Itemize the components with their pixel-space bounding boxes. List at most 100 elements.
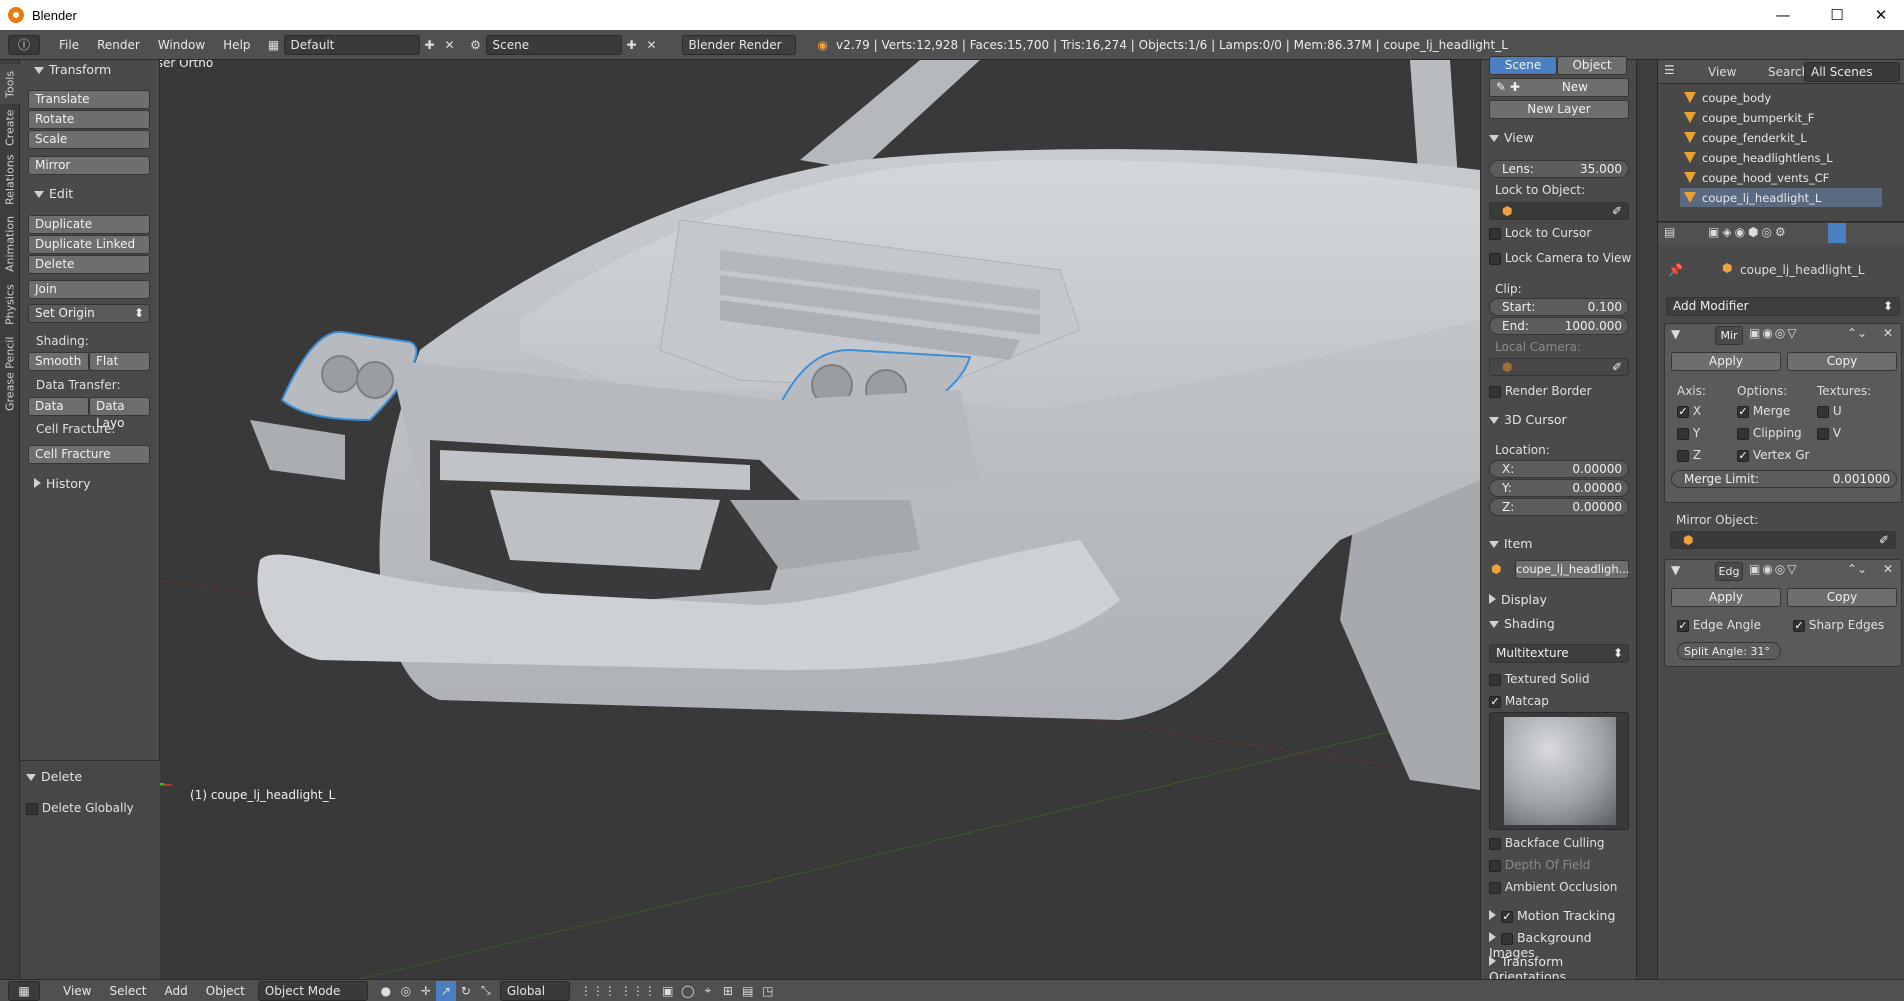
outliner-item-hood-vents[interactable]: coupe_hood_vents_CF <box>1680 168 1829 187</box>
snap-icon[interactable]: ⌖ <box>698 981 718 1001</box>
edge-angle-checkbox[interactable]: Edge Angle <box>1677 618 1761 632</box>
item-panel-header[interactable]: Item <box>1489 536 1532 551</box>
outliner-item-headlight-selected[interactable]: coupe_lj_headlight_L <box>1680 188 1882 207</box>
mirror-button[interactable]: Mirror <box>28 156 150 175</box>
motion-tracking-header[interactable]: Motion Tracking <box>1489 908 1615 923</box>
outliner-item-fenderkit[interactable]: coupe_fenderkit_L <box>1680 128 1807 147</box>
mirror-name-field[interactable]: Mir <box>1715 326 1743 345</box>
edge-visibility-icons[interactable]: ▣◉◎▽ <box>1749 562 1799 576</box>
local-camera-field[interactable]: ⬢ ✐ <box>1489 358 1629 376</box>
new-layer-button[interactable]: New Layer <box>1489 100 1629 119</box>
panel-transform-header[interactable]: Transform <box>34 62 111 77</box>
textured-solid-checkbox[interactable]: Textured Solid <box>1489 672 1589 686</box>
tab-grease-pencil[interactable]: Grease Pencil <box>0 334 20 414</box>
properties-context-icons[interactable]: ▣◈◉⬢◎⚙ <box>1708 225 1789 239</box>
depth-of-field-checkbox[interactable]: Depth Of Field <box>1489 858 1590 872</box>
layers-grid-icon-2[interactable]: ⋮⋮⋮ <box>618 981 658 1001</box>
mirror-remove-icon[interactable]: ✕ <box>1883 326 1893 340</box>
clip-start-field[interactable]: Start: 0.100 <box>1489 298 1629 316</box>
menu-object[interactable]: Object <box>197 984 254 998</box>
3d-view-editor-icon[interactable]: ▦ <box>8 980 40 1001</box>
merge-limit-field[interactable]: Merge Limit: 0.001000 <box>1671 470 1897 488</box>
translate-button[interactable]: Translate <box>28 90 150 109</box>
texture-v-checkbox[interactable]: V <box>1817 426 1841 440</box>
tab-create[interactable]: Create <box>0 106 20 150</box>
clip-end-field[interactable]: End: 1000.000 <box>1489 317 1629 335</box>
tab-scene[interactable]: Scene <box>1489 56 1557 75</box>
edge-move-icons[interactable]: ⌃⌄ <box>1847 562 1867 576</box>
tab-tools[interactable]: Tools <box>0 64 20 104</box>
edge-remove-icon[interactable]: ✕ <box>1883 562 1893 576</box>
panel-history-header[interactable]: History <box>34 476 90 491</box>
operator-delete-header[interactable]: Delete <box>26 769 82 784</box>
menu-select[interactable]: Select <box>100 984 155 998</box>
join-button[interactable]: Join <box>28 280 150 299</box>
axis-z-checkbox[interactable]: Z <box>1677 448 1701 462</box>
shading-mode-dropdown[interactable]: Multitexture ⬍ <box>1489 644 1629 663</box>
rotate-button[interactable]: Rotate <box>28 110 150 129</box>
scale-button[interactable]: Scale <box>28 130 150 149</box>
outliner-item-bumperkit[interactable]: coupe_bumperkit_F <box>1680 108 1814 127</box>
axis-x-checkbox[interactable]: X <box>1677 404 1701 418</box>
item-name-field[interactable]: coupe_lj_headligh... <box>1515 560 1630 579</box>
add-scene-icon[interactable]: ✚ <box>622 35 642 55</box>
lock-layers-icon[interactable]: ▣ <box>658 981 678 1001</box>
cursor-x-field[interactable]: X: 0.00000 <box>1489 460 1629 478</box>
edge-collapse-icon[interactable]: ▼ <box>1671 563 1680 577</box>
eyedropper-icon[interactable]: ✐ <box>1612 204 1622 218</box>
menu-help[interactable]: Help <box>214 38 259 52</box>
render-border-checkbox[interactable]: Render Border <box>1489 384 1592 398</box>
snap-target-icon[interactable]: ⊞ <box>718 981 738 1001</box>
scene-field[interactable]: Scene <box>485 34 622 55</box>
mirror-move-icons[interactable]: ⌃⌄ <box>1847 326 1867 340</box>
edge-apply-button[interactable]: Apply <box>1671 588 1781 607</box>
edge-name-field[interactable]: Edg <box>1715 562 1743 581</box>
mirror-copy-button[interactable]: Copy <box>1787 352 1897 371</box>
duplicate-linked-button[interactable]: Duplicate Linked <box>28 235 150 254</box>
outliner-item-body[interactable]: coupe_body <box>1680 88 1771 107</box>
transform-orientation-dropdown[interactable]: Global <box>499 980 570 1001</box>
layers-grid-icon[interactable]: ⋮⋮⋮ <box>578 981 618 1001</box>
screen-layout-icon[interactable]: ▦ <box>264 35 284 55</box>
viewport-shading-icon[interactable]: ● <box>376 981 396 1001</box>
3d-viewport[interactable]: User Ortho (1) coupe_lj_headlight_L <box>160 60 1480 979</box>
mirror-visibility-icons[interactable]: ▣◉◎▽ <box>1749 326 1799 340</box>
remove-screen-icon[interactable]: ✕ <box>440 35 460 55</box>
set-origin-dropdown[interactable]: Set Origin ⬍ <box>28 304 150 323</box>
menu-render[interactable]: Render <box>88 38 149 52</box>
merge-checkbox[interactable]: Merge <box>1737 404 1790 418</box>
shading-panel-header[interactable]: Shading <box>1489 616 1555 631</box>
outliner-filter-dropdown[interactable]: All Scenes <box>1804 62 1900 82</box>
lock-to-cursor-checkbox[interactable]: Lock to Cursor <box>1489 226 1591 240</box>
matcap-preview[interactable] <box>1489 712 1629 830</box>
scale-manipulator-icon[interactable]: ⤡ <box>476 981 496 1001</box>
tab-relations[interactable]: Relations <box>0 152 20 208</box>
duplicate-button[interactable]: Duplicate <box>28 215 150 234</box>
translate-manipulator-icon[interactable]: ↗ <box>435 980 456 1001</box>
backface-culling-checkbox[interactable]: Backface Culling <box>1489 836 1605 850</box>
split-angle-field[interactable]: Split Angle: 31° <box>1677 642 1781 660</box>
sharp-edges-checkbox[interactable]: Sharp Edges <box>1793 618 1884 632</box>
cursor-z-field[interactable]: Z: 0.00000 <box>1489 498 1629 516</box>
opengl-render-icon[interactable]: ◳ <box>758 981 778 1001</box>
data-layout-button[interactable]: Data Layo <box>89 397 150 430</box>
lens-field[interactable]: Lens: 35.000 <box>1489 160 1629 178</box>
outliner-item-headlightlens[interactable]: coupe_headlightlens_L <box>1680 148 1833 167</box>
tab-animation[interactable]: Animation <box>0 212 20 276</box>
proportional-edit-icon[interactable]: ◯ <box>678 981 698 1001</box>
panel-scrollbar[interactable] <box>1636 60 1658 979</box>
pivot-point-icon[interactable]: ◎ <box>396 981 416 1001</box>
flat-button[interactable]: Flat <box>89 352 150 371</box>
menu-add[interactable]: Add <box>156 984 197 998</box>
rotate-manipulator-icon[interactable]: ↻ <box>456 981 476 1001</box>
new-grease-button[interactable]: ✎ ✚ New <box>1489 78 1629 97</box>
screen-layout-field[interactable]: Default <box>283 34 420 55</box>
view-panel-header[interactable]: View <box>1489 130 1534 145</box>
tab-object[interactable]: Object <box>1557 56 1627 75</box>
lock-camera-checkbox[interactable]: Lock Camera to View <box>1489 251 1631 265</box>
render-engine-dropdown[interactable]: Blender Render <box>681 34 796 55</box>
lock-object-field[interactable]: ⬢ ✐ <box>1489 202 1629 220</box>
editor-type-info-icon[interactable]: ⓘ <box>8 34 40 55</box>
close-button[interactable]: ✕ <box>1858 0 1904 30</box>
remove-scene-icon[interactable]: ✕ <box>642 35 662 55</box>
